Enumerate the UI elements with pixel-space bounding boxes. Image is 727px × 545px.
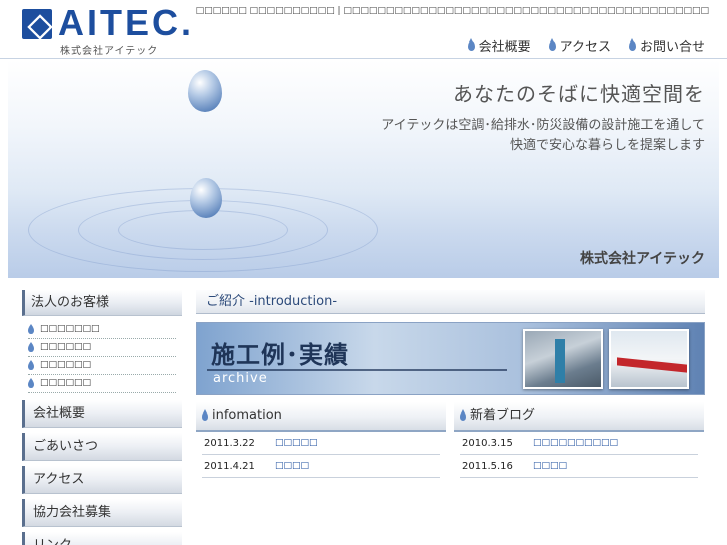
water-drop-icon bbox=[28, 359, 34, 370]
nav-label: 会社概要 bbox=[478, 40, 531, 55]
news-row[interactable]: 2011.3.22 □□□□□ bbox=[202, 432, 440, 455]
sub-item-label: □□□□□□ bbox=[40, 342, 92, 352]
sidebar-partner-button[interactable]: 協力会社募集 bbox=[22, 499, 182, 527]
sidebar-access-button[interactable]: アクセス bbox=[22, 466, 182, 494]
information-panel: infomation 2011.3.22 □□□□□ 2011.4.21 □□□… bbox=[196, 402, 446, 478]
water-drop-icon bbox=[28, 323, 34, 334]
sidebar-sub-item[interactable]: □□□□□□ bbox=[28, 375, 176, 393]
blog-title-link[interactable]: □□□□□□□□□□ bbox=[533, 438, 618, 448]
sidebar-sub-item[interactable]: □□□□□□ bbox=[28, 339, 176, 357]
news-date: 2011.4.21 bbox=[204, 460, 255, 472]
water-drop-icon bbox=[28, 341, 34, 352]
construction-photo bbox=[523, 329, 603, 389]
hero-company-name: 株式会社アイテック bbox=[579, 251, 705, 267]
water-drop-image bbox=[188, 70, 222, 112]
hero-text-line: 快適で安心な暮らしを提案します bbox=[509, 138, 705, 153]
hero-banner: あなたのそばに快適空間を アイテックは空調･給排水･防災設備の設計施工を通して … bbox=[8, 60, 719, 278]
sidebar-sub-item[interactable]: □□□□□□□ bbox=[28, 321, 176, 339]
sidebar-corporate-heading[interactable]: 法人のお客様 bbox=[22, 290, 182, 316]
archive-subtitle: archive bbox=[213, 371, 268, 386]
news-row[interactable]: 2011.4.21 □□□□ bbox=[202, 455, 440, 478]
blog-date: 2011.5.16 bbox=[462, 460, 513, 472]
sidebar-company-button[interactable]: 会社概要 bbox=[22, 400, 182, 428]
header-divider bbox=[0, 58, 727, 59]
sidebar: 法人のお客様 □□□□□□□ □□□□□□ □□□□□□ □□□□□□ 会社概要… bbox=[22, 290, 182, 545]
information-heading: infomation bbox=[196, 402, 446, 432]
archive-title: 施工例･実績 bbox=[211, 341, 349, 369]
nav-access-link[interactable]: アクセス bbox=[548, 36, 611, 55]
panel-title: 新着ブログ bbox=[470, 408, 536, 423]
blog-heading: 新着ブログ bbox=[454, 402, 704, 432]
top-nav: 会社概要 アクセス お問い合せ bbox=[467, 36, 705, 55]
blog-title-link[interactable]: □□□□ bbox=[533, 461, 567, 471]
intro-heading: ご紹介 -introduction- bbox=[196, 290, 705, 314]
blog-row[interactable]: 2010.3.15 □□□□□□□□□□ bbox=[460, 432, 698, 455]
water-drop-icon bbox=[628, 37, 636, 51]
archive-banner[interactable]: 施工例･実績 archive bbox=[196, 322, 705, 395]
sidebar-link-button[interactable]: リンク bbox=[22, 532, 182, 545]
sidebar-greeting-button[interactable]: ごあいさつ bbox=[22, 433, 182, 461]
blog-row[interactable]: 2011.5.16 □□□□ bbox=[460, 455, 698, 478]
water-drop-icon bbox=[460, 408, 466, 421]
logo-mark-icon[interactable] bbox=[22, 9, 52, 39]
nav-label: お問い合せ bbox=[639, 40, 705, 55]
panel-title: infomation bbox=[212, 408, 282, 423]
news-title-link[interactable]: □□□□□ bbox=[275, 438, 318, 448]
blog-panel: 新着ブログ 2010.3.15 □□□□□□□□□□ 2011.5.16 □□□… bbox=[454, 402, 704, 478]
news-title-link[interactable]: □□□□ bbox=[275, 461, 309, 471]
hero-text-line: アイテックは空調･給排水･防災設備の設計施工を通して bbox=[381, 118, 705, 133]
water-drop-icon bbox=[548, 37, 556, 51]
header-tagline: □□□□□□ □□□□□□□□□□ | □□□□□□□□□□□□□□□□□□□□… bbox=[195, 6, 709, 16]
sub-item-label: □□□□□□ bbox=[40, 378, 92, 388]
hero-title: あなたのそばに快適空間を bbox=[453, 82, 705, 106]
sidebar-sublist: □□□□□□□ □□□□□□ □□□□□□ □□□□□□ bbox=[22, 316, 182, 395]
construction-photo bbox=[609, 329, 689, 389]
logo-text[interactable]: AITEC. bbox=[58, 3, 194, 43]
news-date: 2011.3.22 bbox=[204, 437, 255, 449]
water-drop-icon bbox=[467, 37, 475, 51]
nav-contact-link[interactable]: お問い合せ bbox=[628, 36, 705, 55]
nav-label: アクセス bbox=[559, 40, 611, 55]
water-drop-image bbox=[190, 178, 222, 218]
site-header: AITEC. 株式会社アイテック □□□□□□ □□□□□□□□□□ | □□□… bbox=[0, 0, 727, 58]
logo-subtitle: 株式会社アイテック bbox=[60, 46, 159, 57]
sub-item-label: □□□□□□ bbox=[40, 360, 92, 370]
water-drop-icon bbox=[28, 377, 34, 388]
sidebar-sub-item[interactable]: □□□□□□ bbox=[28, 357, 176, 375]
blog-date: 2010.3.15 bbox=[462, 437, 513, 449]
nav-company-link[interactable]: 会社概要 bbox=[467, 36, 531, 55]
sub-item-label: □□□□□□□ bbox=[40, 324, 100, 334]
water-drop-icon bbox=[202, 408, 208, 421]
